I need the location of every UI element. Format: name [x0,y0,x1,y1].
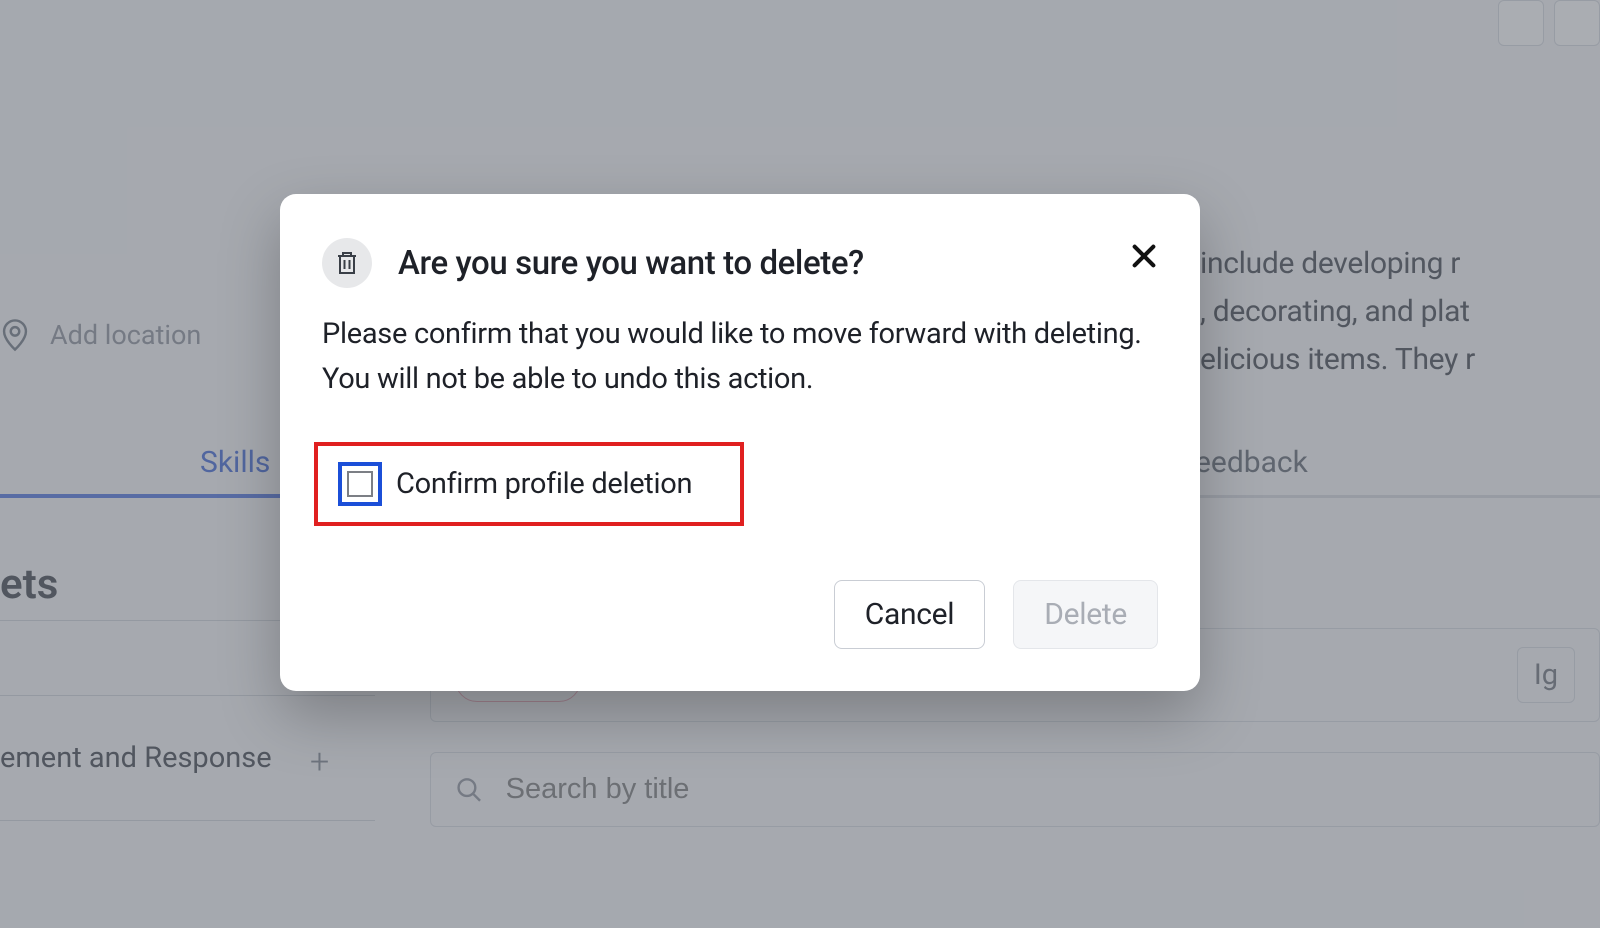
close-button[interactable] [1130,242,1158,274]
confirm-checkbox-highlight: Confirm profile deletion [314,442,744,526]
modal-footer: Cancel Delete [322,580,1158,649]
trash-icon-circle [322,238,372,288]
delete-button[interactable]: Delete [1013,580,1158,649]
close-icon [1130,242,1158,270]
trash-icon [335,250,359,276]
modal-header: Are you sure you want to delete? [322,238,1158,288]
confirm-checkbox[interactable] [338,462,382,506]
confirm-delete-modal: Are you sure you want to delete? Please … [280,194,1200,691]
checkbox-box-icon [347,471,373,497]
modal-title: Are you sure you want to delete? [398,244,864,283]
modal-body: Please confirm that you would like to mo… [322,312,1158,402]
cancel-button[interactable]: Cancel [834,580,986,649]
confirm-checkbox-label: Confirm profile deletion [396,467,692,501]
